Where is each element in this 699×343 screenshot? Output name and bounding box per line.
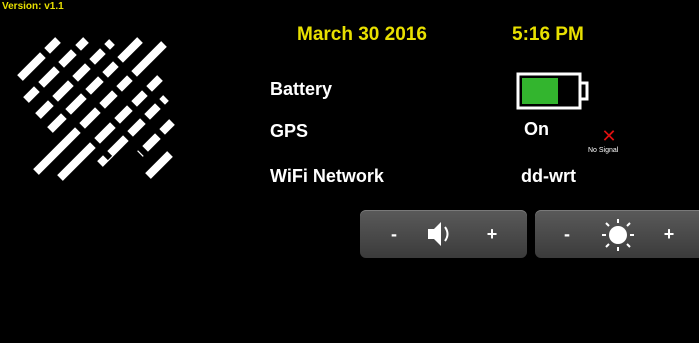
battery-label: Battery — [270, 79, 333, 99]
battery-icon — [516, 72, 589, 110]
wifi-label: WiFi Network — [270, 166, 384, 186]
version-label: Version: v1.1 — [2, 1, 64, 12]
date-display: March 30 2016 — [297, 24, 427, 45]
volume-control: - + — [360, 210, 527, 258]
logo — [17, 37, 175, 181]
gps-value: On — [524, 119, 549, 139]
time-display: 5:16 PM — [512, 24, 584, 45]
status-screen: Version: v1.1 March 30 2016 5:16 PM Batt… — [0, 0, 699, 343]
brightness-increase-button[interactable]: + — [657, 222, 681, 246]
speaker-icon — [428, 222, 449, 246]
wifi-value: dd-wrt — [521, 166, 576, 186]
volume-decrease-button[interactable]: - — [382, 222, 406, 246]
battery-fill — [522, 78, 558, 104]
sun-icon — [602, 219, 634, 251]
volume-increase-button[interactable]: + — [480, 222, 504, 246]
gps-label: GPS — [270, 121, 309, 141]
brightness-decrease-button[interactable]: - — [555, 222, 579, 246]
gps-signal-text: No Signal — [588, 147, 619, 154]
brightness-control: - + — [535, 210, 699, 258]
